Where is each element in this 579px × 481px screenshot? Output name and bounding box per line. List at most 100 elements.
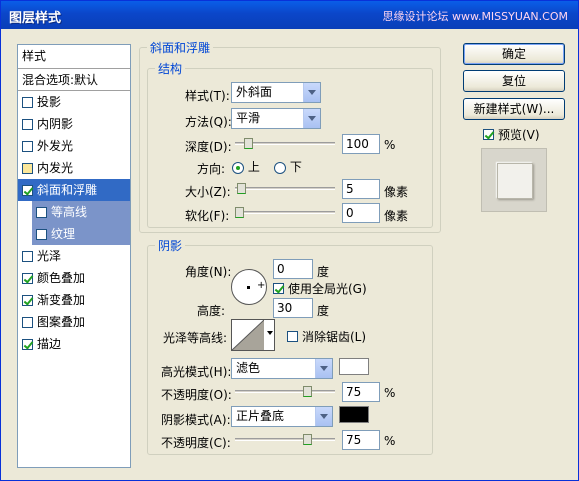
- depth-slider[interactable]: [235, 138, 335, 149]
- highlight-opacity-unit: %: [384, 386, 396, 400]
- gloss-contour-picker[interactable]: [231, 319, 275, 351]
- preview-option[interactable]: 预览(V): [483, 126, 540, 143]
- style-item-label: 描边: [37, 337, 62, 351]
- style-item-checkbox[interactable]: [36, 228, 47, 240]
- style-item[interactable]: 斜面和浮雕: [18, 179, 130, 201]
- gloss-contour-label: 光泽等高线:: [163, 331, 228, 345]
- highlight-opacity-label: 不透明度(O):: [161, 388, 232, 402]
- style-item[interactable]: 外发光: [18, 135, 130, 157]
- highlight-opacity-thumb[interactable]: [303, 386, 312, 397]
- size-slider-thumb[interactable]: [237, 183, 246, 194]
- bevel-style-value: 外斜面: [236, 85, 273, 99]
- shadow-opacity-slider[interactable]: [235, 434, 335, 445]
- shading-title: 阴影: [155, 237, 186, 254]
- blend-options-item[interactable]: 混合选项:默认: [18, 69, 130, 91]
- highlight-opacity-slider[interactable]: [235, 386, 335, 397]
- soften-input[interactable]: 0: [342, 203, 380, 223]
- structure-title: 结构: [155, 60, 186, 77]
- style-item-checkbox[interactable]: [22, 250, 33, 262]
- contour-preview-icon: [232, 320, 264, 350]
- angle-input[interactable]: 0: [273, 259, 313, 279]
- direction-up-radio[interactable]: [232, 161, 244, 174]
- style-item-label: 内发光: [37, 161, 74, 175]
- style-item-checkbox[interactable]: [22, 184, 33, 196]
- style-item-checkbox[interactable]: [22, 96, 33, 108]
- preview-checkbox[interactable]: [483, 129, 494, 140]
- style-item[interactable]: 光泽: [18, 245, 130, 267]
- style-item[interactable]: 内阴影: [18, 113, 130, 135]
- soften-slider[interactable]: [235, 207, 335, 218]
- style-item[interactable]: 投影: [18, 91, 130, 113]
- shadow-opacity-label: 不透明度(C):: [161, 436, 231, 450]
- shadow-color-swatch[interactable]: [339, 406, 369, 423]
- highlight-mode-select[interactable]: 滤色: [231, 358, 333, 379]
- global-light-checkbox[interactable]: [273, 283, 284, 294]
- style-item-checkbox[interactable]: [22, 140, 33, 152]
- technique-label: 方法(Q):: [185, 115, 232, 129]
- direction-down-radio[interactable]: [274, 161, 286, 174]
- reset-button[interactable]: 复位: [463, 70, 565, 92]
- style-item[interactable]: 纹理: [32, 223, 130, 245]
- altitude-input[interactable]: 30: [273, 298, 313, 318]
- style-item-checkbox[interactable]: [36, 206, 47, 218]
- style-item[interactable]: 颜色叠加: [18, 267, 130, 289]
- style-item[interactable]: 内发光: [18, 157, 130, 179]
- direction-down-label: 下: [289, 160, 302, 174]
- ok-button[interactable]: 确定: [463, 43, 565, 65]
- chevron-down-icon: [303, 109, 320, 128]
- technique-value: 平滑: [236, 111, 261, 125]
- bevel-emboss-title: 斜面和浮雕: [147, 39, 214, 56]
- style-item-checkbox[interactable]: [22, 316, 33, 328]
- title-bar[interactable]: 图层样式 思缘设计论坛 www.MISSYUAN.COM: [1, 1, 578, 29]
- highlight-opacity-input[interactable]: 75: [342, 382, 380, 402]
- highlight-mode-label: 高光模式(H):: [161, 365, 232, 379]
- angle-dial[interactable]: +: [231, 269, 267, 305]
- angle-dial-center: [247, 286, 250, 289]
- size-unit: 像素: [384, 185, 409, 199]
- styles-list: 样式 混合选项:默认 投影内阴影外发光内发光斜面和浮雕 等高线 纹理光泽颜色叠加渐变…: [17, 44, 131, 468]
- style-item-label: 外发光: [37, 139, 74, 153]
- styles-header[interactable]: 样式: [18, 45, 130, 69]
- direction-label: 方向:: [197, 162, 226, 176]
- direction-up-option[interactable]: 上: [232, 158, 260, 175]
- altitude-label: 高度:: [197, 304, 226, 318]
- size-input[interactable]: 5: [342, 179, 380, 199]
- direction-down-option[interactable]: 下: [274, 158, 302, 175]
- depth-input[interactable]: 100: [342, 134, 380, 154]
- style-item-label: 图案叠加: [37, 315, 86, 329]
- style-item-checkbox[interactable]: [22, 338, 33, 350]
- style-item-label: 内阴影: [37, 117, 74, 131]
- style-item[interactable]: 渐变叠加: [18, 289, 130, 311]
- bevel-style-select[interactable]: 外斜面: [231, 82, 321, 103]
- style-preview: [481, 148, 547, 212]
- new-style-button[interactable]: 新建样式(W)...: [463, 98, 565, 120]
- global-light-label: 使用全局光(G): [288, 282, 367, 296]
- watermark: 思缘设计论坛 www.MISSYUAN.COM: [382, 10, 568, 23]
- global-light-option[interactable]: 使用全局光(G): [273, 280, 367, 297]
- style-item[interactable]: 图案叠加: [18, 311, 130, 333]
- depth-slider-thumb[interactable]: [244, 138, 253, 149]
- shadow-opacity-thumb[interactable]: [303, 434, 312, 445]
- style-item-checkbox[interactable]: [22, 272, 33, 284]
- chevron-down-icon: [315, 407, 332, 426]
- style-item[interactable]: 等高线: [32, 201, 130, 223]
- soften-slider-thumb[interactable]: [235, 207, 244, 218]
- size-slider[interactable]: [235, 183, 335, 194]
- technique-select[interactable]: 平滑: [231, 108, 321, 129]
- antialias-checkbox[interactable]: [287, 331, 298, 342]
- size-label: 大小(Z):: [185, 185, 231, 199]
- blend-options-label: 混合选项:默认: [22, 72, 99, 87]
- style-item-checkbox[interactable]: [22, 294, 33, 306]
- style-item-checkbox[interactable]: [22, 162, 33, 174]
- chevron-down-icon: [303, 83, 320, 102]
- preview-label: 预览(V): [498, 128, 540, 142]
- highlight-color-swatch[interactable]: [339, 358, 369, 375]
- style-item[interactable]: 描边: [18, 333, 130, 355]
- style-item-label: 光泽: [37, 249, 62, 263]
- shadow-mode-select[interactable]: 正片叠底: [231, 406, 333, 427]
- style-item-checkbox[interactable]: [22, 118, 33, 130]
- style-item-label: 颜色叠加: [37, 271, 86, 285]
- shadow-opacity-input[interactable]: 75: [342, 430, 380, 450]
- antialias-option[interactable]: 消除锯齿(L): [287, 328, 366, 345]
- style-item-label: 渐变叠加: [37, 293, 86, 307]
